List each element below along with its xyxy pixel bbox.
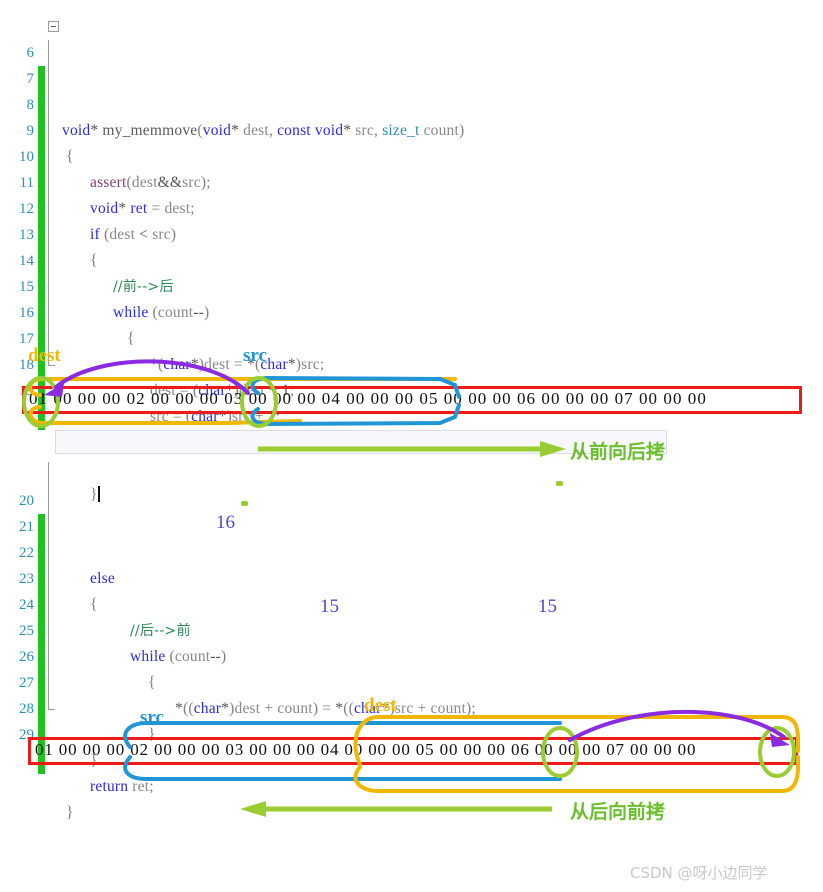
indent-guide: [48, 300, 49, 326]
code-line[interactable]: 20 else: [0, 462, 823, 587]
diagram2-direction-arrow: [240, 801, 552, 817]
diagram1-caption: 从前向后拷: [570, 441, 666, 463]
code-line[interactable]: 12 //前-->后: [0, 170, 823, 295]
indent-guide: [48, 170, 49, 196]
code-line[interactable]: 9 void* ret = dest;: [0, 92, 823, 217]
indent-guide: [48, 66, 49, 92]
marker-dot: [556, 481, 563, 486]
code-block-top[interactable]: 6 void* my_memmove(void* dest, const voi…: [0, 14, 823, 503]
indent-guide: [48, 592, 49, 618]
code-line[interactable]: 7 {: [0, 40, 823, 165]
indent-guide: [48, 118, 49, 144]
code-line[interactable]: 24 {: [0, 566, 823, 691]
indent-guide: [48, 274, 49, 300]
indent-guide: [48, 92, 49, 118]
annotation-src-15: 15: [538, 596, 557, 617]
indent-guide: [48, 40, 49, 66]
marker-dot: [241, 501, 248, 506]
collapse-toggle-icon[interactable]: [48, 21, 59, 32]
indent-guide: [48, 644, 49, 670]
indent-guide: [48, 196, 49, 222]
diagram1-direction-arrow: [258, 441, 566, 457]
code-line[interactable]: 28 return ret;: [0, 670, 823, 795]
indent-guide: [48, 222, 49, 248]
indent-guide: [48, 462, 49, 488]
annotation-dest-15: 15: [320, 596, 339, 617]
annotation-16: 16: [216, 512, 235, 533]
code-line[interactable]: 15 *(char*)dest = *(char*)src;: [0, 248, 823, 373]
code-line[interactable]: 8 assert(dest&&src);: [0, 66, 823, 191]
code-line[interactable]: 27 }: [0, 644, 823, 769]
indent-guide: [48, 248, 49, 274]
indent-guide: [48, 488, 49, 514]
code-line[interactable]: 11 {: [0, 144, 823, 269]
indent-guide: [48, 566, 49, 592]
code-line[interactable]: 26 }: [0, 618, 823, 743]
code-line[interactable]: 6 void* my_memmove(void* dest, const voi…: [0, 14, 823, 139]
indent-guide: [48, 670, 49, 696]
diagram2-caption: 从后向前拷: [570, 801, 666, 823]
indent-guide: [48, 144, 49, 170]
code-line[interactable]: 25 *((char*)dest + count) = *((char*)src…: [0, 592, 823, 717]
code-line[interactable]: 16 dest = (char*)dest + 1;: [0, 274, 823, 399]
code-line[interactable]: 21 {: [0, 488, 823, 613]
code-line[interactable]: 17 src = (char*)src + 1;: [0, 300, 823, 425]
code-line[interactable]: 10 if (dest < src): [0, 118, 823, 243]
indent-guide: [48, 514, 49, 540]
indent-guide: [48, 618, 49, 644]
code-line[interactable]: 14 {: [0, 222, 823, 347]
indent-guide: [48, 540, 49, 566]
memory-diagram-backward: src dest 01 00 00 00 02 00 00 00 03 00 0…: [0, 695, 823, 823]
code-line[interactable]: 22 //后-->前: [0, 514, 823, 639]
memory-diagram-forward: dest src 01 00 00 00 02 00 00 00 03 00 0…: [0, 345, 823, 463]
code-line[interactable]: 23 while (count--): [0, 540, 823, 665]
code-block-bottom[interactable]: 20 else 21 { 22 //后-->前 23 while (count-…: [0, 462, 823, 821]
code-line[interactable]: 13 while (count--): [0, 196, 823, 321]
watermark: CSDN @呀小边同学: [630, 864, 768, 882]
